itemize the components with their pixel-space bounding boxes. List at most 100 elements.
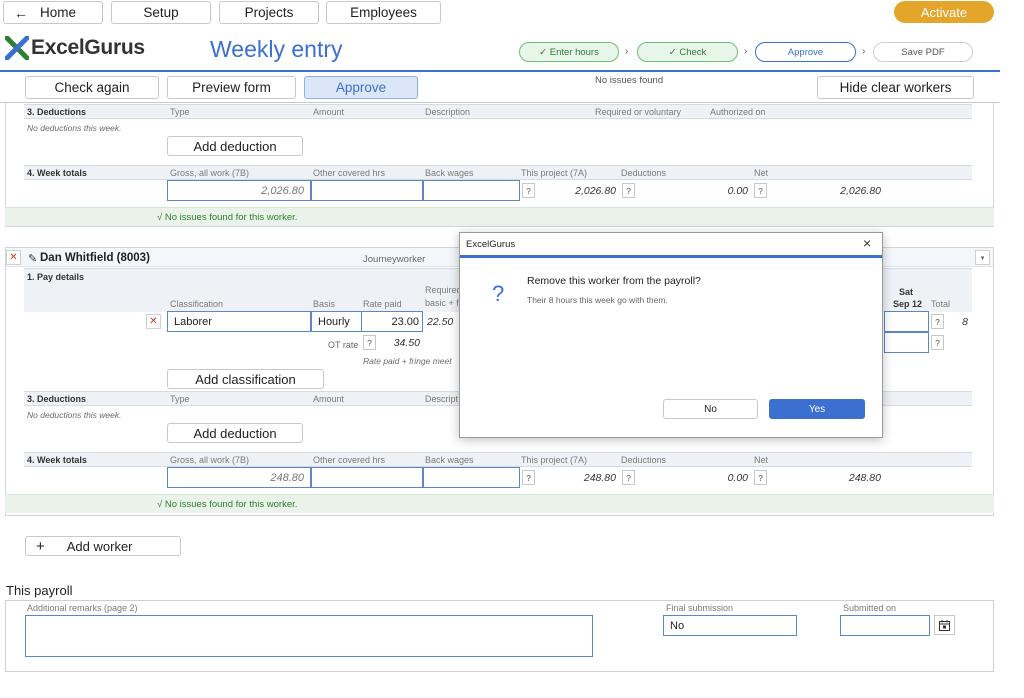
- check-again-button[interactable]: Check again: [25, 76, 159, 99]
- col-required: Required: [425, 285, 462, 295]
- col-rate-paid: Rate paid: [363, 299, 402, 309]
- pay-details-title: 1. Pay details: [27, 272, 85, 282]
- calendar-glyph: [939, 619, 950, 631]
- yes-button[interactable]: Yes: [769, 399, 865, 419]
- submitted-on-label: Submitted on: [843, 603, 897, 613]
- add-classification-button[interactable]: Add classification: [167, 369, 324, 389]
- col-back-wages: Back wages: [425, 168, 474, 178]
- other-hrs-field[interactable]: [311, 180, 423, 201]
- activate-label: Activate: [920, 4, 968, 20]
- gross-field[interactable]: 2,026.80: [167, 180, 311, 201]
- preview-form-button[interactable]: Preview form: [167, 76, 296, 99]
- add-deduction-label: Add deduction: [193, 138, 277, 154]
- no-label: No: [704, 403, 717, 415]
- question-icon: ?: [492, 281, 505, 306]
- final-submission-field[interactable]: No: [663, 615, 797, 636]
- deductions-header-1: 3. Deductions: [24, 104, 972, 119]
- help-icon[interactable]: ?: [522, 470, 535, 485]
- help-icon[interactable]: ?: [754, 470, 767, 485]
- chevron-right-icon: ›: [862, 46, 866, 57]
- logo-text: ExcelGurus: [31, 36, 145, 59]
- step-approve-label: Approve: [787, 46, 824, 58]
- setup-label: Setup: [143, 5, 179, 20]
- step-check[interactable]: ✓ Check: [637, 42, 738, 62]
- approve-label: Approve: [335, 80, 387, 95]
- help-icon[interactable]: ?: [931, 314, 944, 329]
- header-divider: [0, 70, 1000, 72]
- basis-field[interactable]: Hourly: [311, 311, 362, 332]
- deductions-title: 3. Deductions: [27, 107, 87, 117]
- rate-paid-value: 23.00: [391, 315, 419, 328]
- worker-status-bar-1: √ No issues found for this worker.: [5, 207, 994, 226]
- step-enter-hours[interactable]: ✓ Enter hours: [519, 42, 619, 62]
- col-type: Type: [170, 107, 190, 117]
- col-required: Required or voluntary: [595, 107, 682, 117]
- remarks-label: Additional remarks (page 2): [27, 603, 138, 613]
- remove-classification-button[interactable]: ✕: [146, 314, 161, 329]
- col-day-sat: Sat: [899, 287, 914, 297]
- worker-name: Dan Whitfield (8003): [40, 252, 150, 264]
- pencil-icon[interactable]: ✎: [28, 252, 37, 265]
- col-other-hrs: Other covered hrs: [313, 168, 386, 178]
- add-worker-label: Add worker: [66, 538, 133, 554]
- help-icon[interactable]: ?: [622, 470, 635, 485]
- add-worker-button[interactable]: + Add worker: [25, 536, 181, 556]
- payroll-heading: This payroll: [6, 583, 73, 598]
- gross-value: 248.80: [270, 471, 304, 484]
- collapse-toggle[interactable]: ▾: [975, 250, 990, 265]
- help-icon[interactable]: ?: [754, 183, 767, 198]
- projects-label: Projects: [244, 5, 294, 20]
- home-button[interactable]: ← Home: [3, 1, 103, 24]
- sat-hours-field[interactable]: [884, 311, 929, 332]
- classification-field[interactable]: Laborer: [167, 311, 311, 332]
- hide-clear-workers-button[interactable]: Hide clear workers: [817, 76, 974, 99]
- gross-field[interactable]: 248.80: [167, 467, 311, 488]
- activate-button[interactable]: Activate: [894, 1, 994, 23]
- final-submission-label: Final submission: [666, 603, 734, 613]
- basis-value: Hourly: [318, 315, 350, 328]
- col-this-project: This project (7A): [521, 168, 588, 178]
- step-save-pdf-label: Save PDF: [901, 46, 945, 58]
- remarks-textarea[interactable]: [25, 615, 593, 657]
- employees-button[interactable]: Employees: [326, 1, 441, 24]
- help-icon[interactable]: ?: [622, 183, 635, 198]
- col-basis: Basis: [313, 299, 336, 309]
- close-icon[interactable]: ×: [863, 235, 871, 251]
- approve-button[interactable]: Approve: [304, 76, 418, 99]
- back-arrow-icon: ←: [14, 4, 28, 21]
- col-net: Net: [754, 455, 769, 465]
- projects-button[interactable]: Projects: [219, 1, 319, 24]
- step-enter-hours-label: ✓ Enter hours: [539, 46, 599, 58]
- calendar-icon[interactable]: [934, 615, 955, 635]
- back-wages-field[interactable]: [423, 467, 520, 488]
- col-required-2: basic + f: [425, 298, 459, 308]
- dialog-accent-bar: [460, 255, 882, 258]
- step-approve[interactable]: Approve: [755, 42, 856, 62]
- col-other-hrs: Other covered hrs: [313, 455, 386, 465]
- col-date-sep12: Sep 12: [893, 299, 923, 309]
- deductions-title: 3. Deductions: [27, 394, 87, 404]
- help-icon[interactable]: ?: [363, 335, 376, 350]
- add-deduction-button[interactable]: Add deduction: [167, 136, 303, 156]
- help-icon[interactable]: ?: [522, 183, 535, 198]
- chevron-right-icon: ›: [625, 46, 629, 57]
- setup-button[interactable]: Setup: [111, 1, 211, 24]
- classification-value: Laborer: [174, 315, 212, 328]
- ot-hours-field[interactable]: [884, 332, 929, 353]
- add-deduction-button[interactable]: Add deduction: [167, 423, 303, 443]
- worker-status-text: √ No issues found for this worker.: [157, 212, 298, 223]
- col-amount: Amount: [313, 394, 345, 404]
- col-type: Type: [170, 394, 190, 404]
- rate-paid-field[interactable]: 23.00: [361, 311, 423, 332]
- rate-note: Rate paid + fringe meet: [363, 356, 452, 366]
- yes-label: Yes: [808, 403, 826, 415]
- remove-worker-button[interactable]: ✕: [6, 250, 21, 265]
- other-hrs-field[interactable]: [311, 467, 423, 488]
- no-button[interactable]: No: [663, 399, 758, 419]
- help-icon[interactable]: ?: [931, 335, 944, 350]
- back-wages-field[interactable]: [423, 180, 520, 201]
- submitted-on-field[interactable]: [840, 615, 930, 636]
- chevron-right-icon: ›: [744, 46, 748, 57]
- step-save-pdf[interactable]: Save PDF: [873, 42, 973, 62]
- col-amount: Amount: [313, 107, 345, 117]
